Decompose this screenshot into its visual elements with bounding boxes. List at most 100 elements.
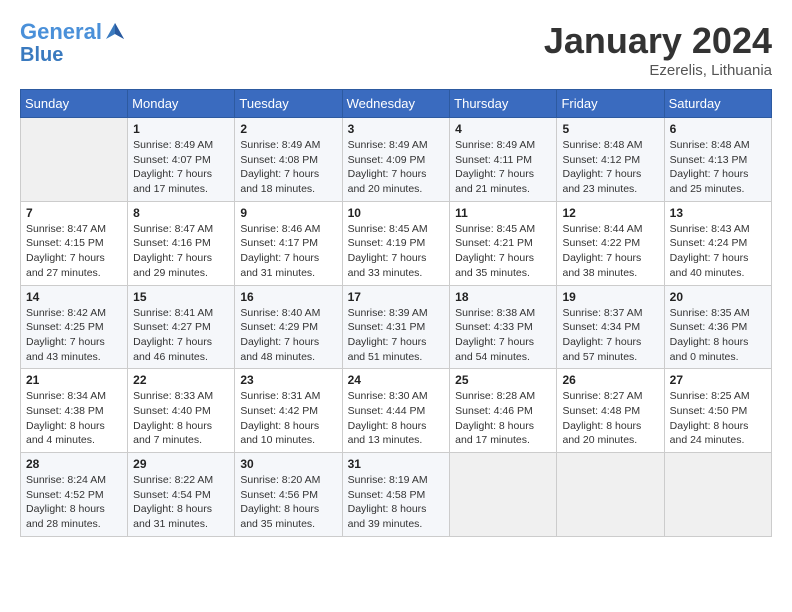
day-header-friday: Friday [557, 90, 664, 118]
day-info: Sunrise: 8:27 AMSunset: 4:48 PMDaylight:… [562, 389, 658, 448]
calendar-cell [557, 453, 664, 537]
day-info: Sunrise: 8:48 AMSunset: 4:12 PMDaylight:… [562, 138, 658, 197]
day-info: Sunrise: 8:45 AMSunset: 4:21 PMDaylight:… [455, 222, 551, 281]
calendar-body: 1Sunrise: 8:49 AMSunset: 4:07 PMDaylight… [21, 118, 772, 537]
day-number: 30 [240, 457, 336, 471]
day-number: 22 [133, 373, 229, 387]
calendar-header: SundayMondayTuesdayWednesdayThursdayFrid… [21, 90, 772, 118]
day-header-wednesday: Wednesday [342, 90, 450, 118]
day-number: 11 [455, 206, 551, 220]
day-number: 9 [240, 206, 336, 220]
day-number: 24 [348, 373, 445, 387]
day-info: Sunrise: 8:30 AMSunset: 4:44 PMDaylight:… [348, 389, 445, 448]
calendar-cell: 18 Sunrise: 8:38 AMSunset: 4:33 PMDayligh… [450, 285, 557, 369]
calendar-cell: 11 Sunrise: 8:45 AMSunset: 4:21 PMDayligh… [450, 201, 557, 285]
day-info: Sunrise: 8:44 AMSunset: 4:22 PMDaylight:… [562, 222, 658, 281]
day-info: Sunrise: 8:42 AMSunset: 4:25 PMDaylight:… [26, 306, 122, 365]
day-info: Sunrise: 8:47 AMSunset: 4:15 PMDaylight:… [26, 222, 122, 281]
calendar-cell: 31Sunrise: 8:19 AMSunset: 4:58 PMDayligh… [342, 453, 450, 537]
day-number: 5 [562, 122, 658, 136]
calendar-cell: 24 Sunrise: 8:30 AMSunset: 4:44 PMDayligh… [342, 369, 450, 453]
day-number: 3 [348, 122, 445, 136]
week-row-3: 14Sunrise: 8:42 AMSunset: 4:25 PMDayligh… [21, 285, 772, 369]
calendar-cell: 5 Sunrise: 8:48 AMSunset: 4:12 PMDaylight… [557, 118, 664, 202]
calendar-cell: 10Sunrise: 8:45 AMSunset: 4:19 PMDayligh… [342, 201, 450, 285]
calendar-cell: 27Sunrise: 8:25 AMSunset: 4:50 PMDayligh… [664, 369, 771, 453]
calendar-cell: 19Sunrise: 8:37 AMSunset: 4:34 PMDayligh… [557, 285, 664, 369]
day-info: Sunrise: 8:19 AMSunset: 4:58 PMDaylight:… [348, 473, 445, 532]
calendar-cell: 3 Sunrise: 8:49 AMSunset: 4:09 PMDaylight… [342, 118, 450, 202]
day-header-saturday: Saturday [664, 90, 771, 118]
calendar-cell: 6Sunrise: 8:48 AMSunset: 4:13 PMDaylight… [664, 118, 771, 202]
day-number: 7 [26, 206, 122, 220]
calendar-cell: 15 Sunrise: 8:41 AMSunset: 4:27 PMDayligh… [128, 285, 235, 369]
day-info: Sunrise: 8:33 AMSunset: 4:40 PMDaylight:… [133, 389, 229, 448]
day-number: 12 [562, 206, 658, 220]
header-row: SundayMondayTuesdayWednesdayThursdayFrid… [21, 90, 772, 118]
logo-text: General [20, 20, 102, 44]
day-info: Sunrise: 8:38 AMSunset: 4:33 PMDaylight:… [455, 306, 551, 365]
day-number: 8 [133, 206, 229, 220]
day-number: 29 [133, 457, 229, 471]
calendar-cell: 22 Sunrise: 8:33 AMSunset: 4:40 PMDayligh… [128, 369, 235, 453]
day-number: 26 [562, 373, 658, 387]
calendar-cell: 13 Sunrise: 8:43 AMSunset: 4:24 PMDayligh… [664, 201, 771, 285]
location-text: Ezerelis, Lithuania [544, 62, 772, 79]
day-info: Sunrise: 8:41 AMSunset: 4:27 PMDaylight:… [133, 306, 229, 365]
day-number: 19 [562, 290, 658, 304]
month-title: January 2024 [544, 20, 772, 62]
calendar-cell: 1Sunrise: 8:49 AMSunset: 4:07 PMDaylight… [128, 118, 235, 202]
week-row-4: 21 Sunrise: 8:34 AMSunset: 4:38 PMDayligh… [21, 369, 772, 453]
calendar-cell: 25 Sunrise: 8:28 AMSunset: 4:46 PMDayligh… [450, 369, 557, 453]
calendar-cell: 21 Sunrise: 8:34 AMSunset: 4:38 PMDayligh… [21, 369, 128, 453]
day-number: 23 [240, 373, 336, 387]
day-header-monday: Monday [128, 90, 235, 118]
calendar-cell: 9 Sunrise: 8:46 AMSunset: 4:17 PMDaylight… [235, 201, 342, 285]
calendar-cell: 2Sunrise: 8:49 AMSunset: 4:08 PMDaylight… [235, 118, 342, 202]
day-header-sunday: Sunday [21, 90, 128, 118]
day-number: 1 [133, 122, 229, 136]
calendar-cell: 28Sunrise: 8:24 AMSunset: 4:52 PMDayligh… [21, 453, 128, 537]
calendar-cell [450, 453, 557, 537]
week-row-2: 7 Sunrise: 8:47 AMSunset: 4:15 PMDaylight… [21, 201, 772, 285]
logo: General Blue [20, 20, 126, 66]
day-info: Sunrise: 8:46 AMSunset: 4:17 PMDaylight:… [240, 222, 336, 281]
day-info: Sunrise: 8:31 AMSunset: 4:42 PMDaylight:… [240, 389, 336, 448]
calendar-cell [21, 118, 128, 202]
day-info: Sunrise: 8:49 AMSunset: 4:11 PMDaylight:… [455, 138, 551, 197]
day-number: 15 [133, 290, 229, 304]
day-number: 10 [348, 206, 445, 220]
day-info: Sunrise: 8:49 AMSunset: 4:09 PMDaylight:… [348, 138, 445, 197]
day-info: Sunrise: 8:49 AMSunset: 4:08 PMDaylight:… [240, 138, 336, 197]
day-number: 13 [670, 206, 766, 220]
day-info: Sunrise: 8:22 AMSunset: 4:54 PMDaylight:… [133, 473, 229, 532]
calendar-cell: 20 Sunrise: 8:35 AMSunset: 4:36 PMDayligh… [664, 285, 771, 369]
day-number: 20 [670, 290, 766, 304]
day-info: Sunrise: 8:43 AMSunset: 4:24 PMDaylight:… [670, 222, 766, 281]
calendar-cell: 4Sunrise: 8:49 AMSunset: 4:11 PMDaylight… [450, 118, 557, 202]
logo-general: General [20, 19, 102, 44]
calendar-cell: 29 Sunrise: 8:22 AMSunset: 4:54 PMDayligh… [128, 453, 235, 537]
calendar-cell: 17Sunrise: 8:39 AMSunset: 4:31 PMDayligh… [342, 285, 450, 369]
calendar-cell: 23 Sunrise: 8:31 AMSunset: 4:42 PMDayligh… [235, 369, 342, 453]
day-number: 25 [455, 373, 551, 387]
title-block: January 2024 Ezerelis, Lithuania [544, 20, 772, 79]
calendar-cell: 16 Sunrise: 8:40 AMSunset: 4:29 PMDayligh… [235, 285, 342, 369]
calendar-cell: 12 Sunrise: 8:44 AMSunset: 4:22 PMDayligh… [557, 201, 664, 285]
calendar-cell: 30Sunrise: 8:20 AMSunset: 4:56 PMDayligh… [235, 453, 342, 537]
day-number: 6 [670, 122, 766, 136]
page-header: General Blue January 2024 Ezerelis, Lith… [20, 20, 772, 79]
day-number: 18 [455, 290, 551, 304]
day-info: Sunrise: 8:40 AMSunset: 4:29 PMDaylight:… [240, 306, 336, 365]
day-info: Sunrise: 8:34 AMSunset: 4:38 PMDaylight:… [26, 389, 122, 448]
week-row-5: 28Sunrise: 8:24 AMSunset: 4:52 PMDayligh… [21, 453, 772, 537]
day-info: Sunrise: 8:28 AMSunset: 4:46 PMDaylight:… [455, 389, 551, 448]
day-header-thursday: Thursday [450, 90, 557, 118]
day-number: 16 [240, 290, 336, 304]
calendar-cell: 14Sunrise: 8:42 AMSunset: 4:25 PMDayligh… [21, 285, 128, 369]
day-info: Sunrise: 8:25 AMSunset: 4:50 PMDaylight:… [670, 389, 766, 448]
day-number: 21 [26, 373, 122, 387]
calendar-table: SundayMondayTuesdayWednesdayThursdayFrid… [20, 89, 772, 537]
day-info: Sunrise: 8:35 AMSunset: 4:36 PMDaylight:… [670, 306, 766, 365]
day-header-tuesday: Tuesday [235, 90, 342, 118]
